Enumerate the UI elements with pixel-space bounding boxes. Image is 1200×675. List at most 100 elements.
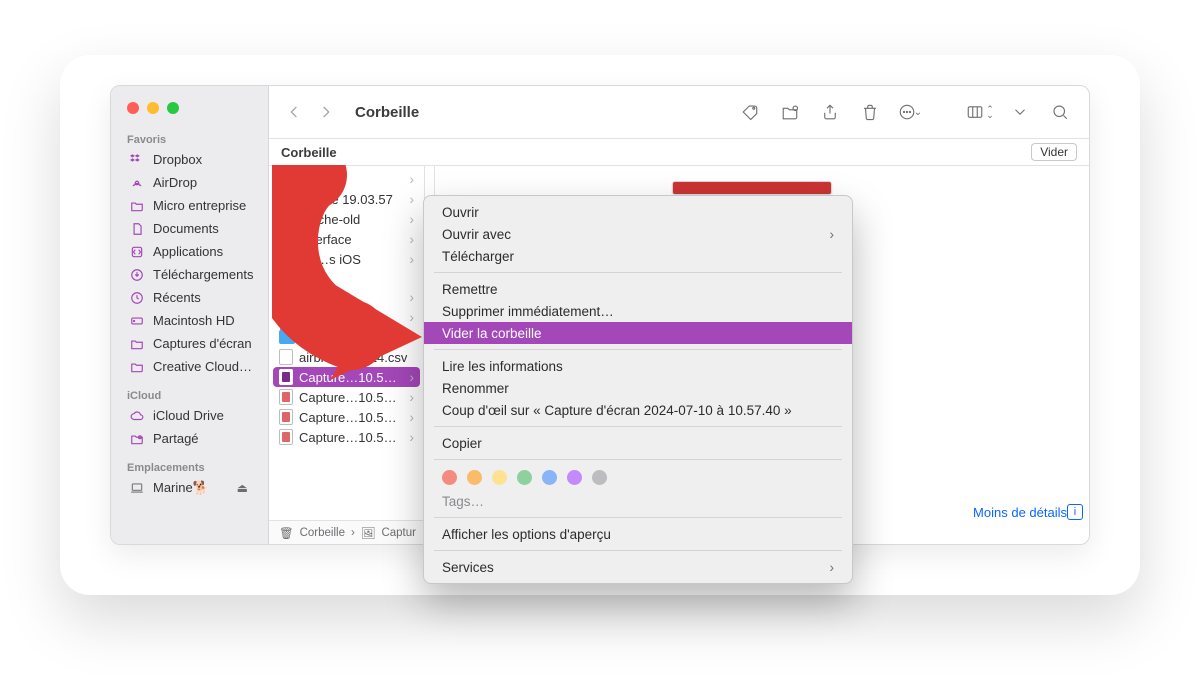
- file-row[interactable]: r a…s iOS›: [273, 249, 420, 269]
- file-row[interactable]: WTF›: [273, 307, 420, 327]
- trash-path-icon: 🗑: [279, 526, 294, 540]
- sidebar-item-r-cents[interactable]: Récents: [111, 286, 268, 309]
- eject-icon[interactable]: ⏏: [237, 481, 258, 495]
- menu-item-renommer[interactable]: Renommer: [424, 377, 852, 399]
- tag-color-dot[interactable]: [442, 470, 457, 485]
- details-toggle-link[interactable]: Moins de détails: [973, 505, 1067, 520]
- chevron-right-icon: ›: [409, 251, 414, 267]
- chevron-right-icon: ›: [409, 231, 414, 247]
- menu-item-label: Services: [442, 560, 494, 575]
- menu-item-remettre[interactable]: Remettre: [424, 278, 852, 300]
- sidebar-item-label: Téléchargements: [153, 267, 253, 282]
- empty-trash-button[interactable]: Vider: [1031, 143, 1077, 161]
- menu-separator: [434, 517, 842, 518]
- file-row[interactable]: Cache 19.03.57›: [273, 189, 420, 209]
- menu-item-afficher-les-options-d-aper-u[interactable]: Afficher les options d'aperçu: [424, 523, 852, 545]
- file-name: Capture…10.57.40: [299, 370, 403, 385]
- zoom-window-button[interactable]: [167, 102, 179, 114]
- file-name: airbnb_…2024.csv: [299, 350, 407, 365]
- file-row[interactable]: Capture…10.57.49›: [273, 387, 420, 407]
- menu-item-vider-la-corbeille[interactable]: Vider la corbeille: [424, 322, 852, 344]
- sidebar-item-captures-d-cran[interactable]: Captures d'écran: [111, 332, 268, 355]
- file-name: Capture…10.57.58: [299, 430, 403, 445]
- menu-item-ouvrir[interactable]: Ouvrir: [424, 201, 852, 223]
- sidebar: Favoris DropboxAirDropMicro entrepriseDo…: [111, 86, 269, 544]
- sidebar-item-airdrop[interactable]: AirDrop: [111, 171, 268, 194]
- chevron-right-icon: ›: [409, 429, 414, 445]
- document-icon: [279, 349, 293, 365]
- sidebar-item-label: Dropbox: [153, 152, 202, 167]
- file-row[interactable]: Capture…10.57.58 ›: [273, 427, 420, 447]
- menu-item-lire-les-informations[interactable]: Lire les informations: [424, 355, 852, 377]
- info-icon[interactable]: i: [1067, 504, 1083, 520]
- tag-color-dot[interactable]: [542, 470, 557, 485]
- search-icon[interactable]: [1045, 99, 1075, 125]
- mac-icon: [129, 480, 145, 496]
- sidebar-item-macintosh-hd[interactable]: Macintosh HD: [111, 309, 268, 332]
- folder-icon: [279, 310, 295, 324]
- more-icon[interactable]: ⌄: [895, 99, 925, 125]
- airdrop-icon: [129, 175, 145, 191]
- image-icon: [279, 409, 293, 425]
- sidebar-item-partag-[interactable]: Partagé: [111, 427, 268, 450]
- sidebar-item-applications[interactable]: Applications: [111, 240, 268, 263]
- path-current[interactable]: Captur: [381, 527, 416, 539]
- tag-color-dot[interactable]: [517, 470, 532, 485]
- file-row[interactable]: WTF 19.03.57›: [273, 327, 420, 347]
- file-row[interactable]: [273, 269, 420, 287]
- menu-item-coup-d-il-sur-capture-d-cran-2[interactable]: Coup d'œil sur « Capture d'écran 2024-07…: [424, 399, 852, 421]
- chevron-right-icon: ›: [409, 309, 414, 325]
- sidebar-item-micro-entreprise[interactable]: Micro entreprise: [111, 194, 268, 217]
- sidebar-item-marine-[interactable]: Marine🐕⏏: [111, 476, 268, 499]
- cloud-icon: [129, 408, 145, 424]
- close-window-button[interactable]: [127, 102, 139, 114]
- chevron-right-icon: ›: [830, 560, 835, 575]
- file-row[interactable]: Capture…10.57.52›: [273, 407, 420, 427]
- disk-icon: [129, 313, 145, 329]
- tag-color-dot[interactable]: [467, 470, 482, 485]
- sidebar-item-creative-cloud-[interactable]: Creative Cloud…: [111, 355, 268, 378]
- menu-item-services[interactable]: Services ›: [424, 556, 852, 578]
- menu-item-t-l-charger[interactable]: Télécharger: [424, 245, 852, 267]
- file-row[interactable]: Capture…10.57.40 ›: [273, 367, 420, 387]
- sidebar-item-t-l-chargements[interactable]: Téléchargements: [111, 263, 268, 286]
- file-name: WTF 19.03.57: [301, 330, 383, 345]
- chevron-right-icon: ›: [409, 369, 414, 385]
- path-bar[interactable]: 🗑 Corbeille › 🖼 Captur: [269, 520, 425, 544]
- tags-icon[interactable]: [735, 99, 765, 125]
- menu-separator: [434, 550, 842, 551]
- share-icon[interactable]: [815, 99, 845, 125]
- file-name: v2: [301, 290, 315, 305]
- menu-item-copier[interactable]: Copier: [424, 432, 852, 454]
- file-row[interactable]: Interface›: [273, 229, 420, 249]
- new-folder-icon[interactable]: [775, 99, 805, 125]
- sidebar-item-icloud-drive[interactable]: iCloud Drive: [111, 404, 268, 427]
- minimize-window-button[interactable]: [147, 102, 159, 114]
- menu-item-supprimer-imm-diatement-[interactable]: Supprimer immédiatement…: [424, 300, 852, 322]
- sidebar-item-documents[interactable]: Documents: [111, 217, 268, 240]
- folder-icon: [279, 271, 295, 285]
- preview-thumbnail: [672, 181, 832, 195]
- sidebar-item-label: Partagé: [153, 431, 199, 446]
- back-button[interactable]: [283, 101, 305, 123]
- file-row[interactable]: airbnb_…2024.csv: [273, 347, 420, 367]
- chevron-down-icon[interactable]: [1005, 99, 1035, 125]
- folder-icon: [279, 290, 295, 304]
- menu-item-label: Vider la corbeille: [442, 326, 542, 341]
- view-mode-icon[interactable]: ⌃⌄: [965, 99, 995, 125]
- menu-item-ouvrir-avec[interactable]: Ouvrir avec›: [424, 223, 852, 245]
- chevron-right-icon: ›: [830, 227, 835, 242]
- file-row[interactable]: Cache›: [273, 169, 420, 189]
- trash-icon[interactable]: [855, 99, 885, 125]
- tag-color-dot[interactable]: [592, 470, 607, 485]
- tag-color-dot[interactable]: [492, 470, 507, 485]
- folder-icon: [279, 232, 295, 246]
- file-row[interactable]: v2›: [273, 287, 420, 307]
- file-row[interactable]: Cache-old›: [273, 209, 420, 229]
- menu-item-tags[interactable]: Tags…: [424, 490, 852, 512]
- tag-color-dot[interactable]: [567, 470, 582, 485]
- forward-button[interactable]: [315, 101, 337, 123]
- sidebar-item-label: iCloud Drive: [153, 408, 224, 423]
- sidebar-item-dropbox[interactable]: Dropbox: [111, 148, 268, 171]
- path-root[interactable]: Corbeille: [300, 527, 345, 539]
